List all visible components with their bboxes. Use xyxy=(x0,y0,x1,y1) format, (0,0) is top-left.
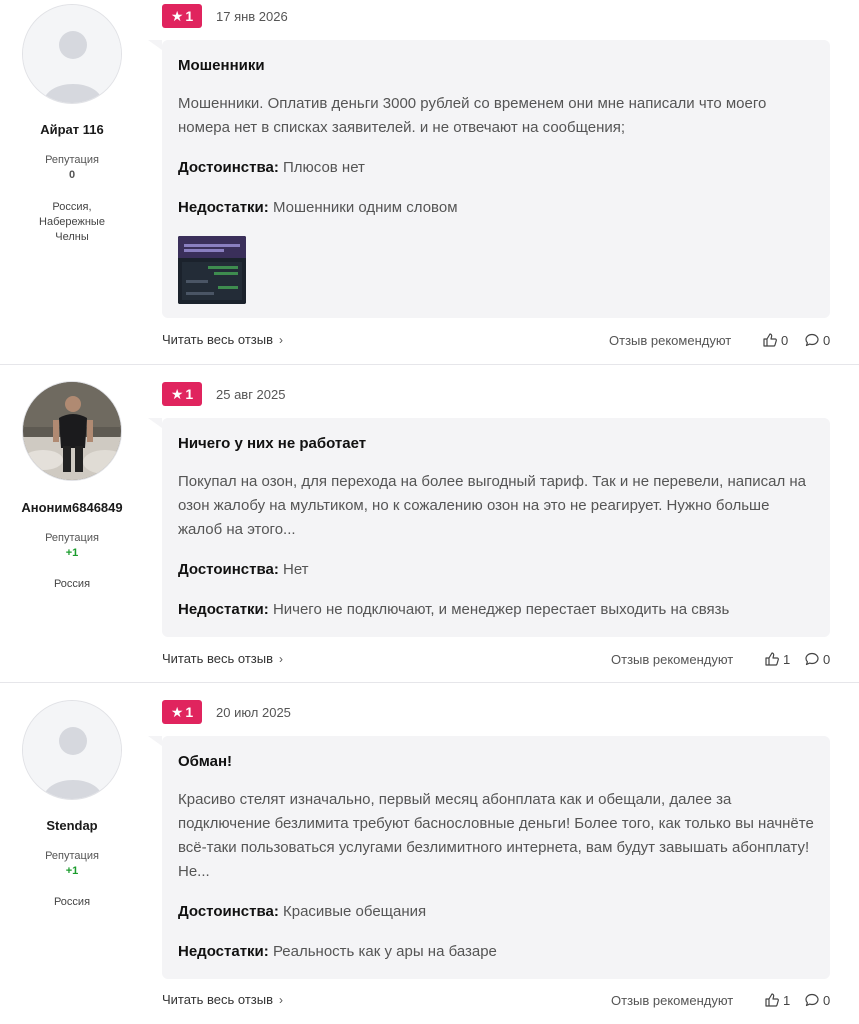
cons-label: Недостатки: xyxy=(178,199,269,216)
comments-button[interactable]: 0 xyxy=(804,651,830,667)
author-location: Россия, Набережные Челны xyxy=(39,201,105,243)
author-name[interactable]: Айрат 116 xyxy=(0,122,144,137)
rating-value: 1 xyxy=(185,704,194,720)
cons-label: Недостатки: xyxy=(178,601,269,618)
like-button[interactable]: 1 xyxy=(764,651,790,667)
comment-count: 0 xyxy=(823,332,831,348)
rating-badge: ★ 1 xyxy=(162,700,202,724)
thumbs-up-icon xyxy=(765,993,779,1007)
review-card: Ничего у них не работает Покупал на озон… xyxy=(148,418,830,637)
recommend-label: Отзыв рекомендуют xyxy=(609,333,732,348)
star-icon: ★ xyxy=(170,386,184,402)
cons-text: Реальность как у ары на базаре xyxy=(272,943,497,960)
read-more-label: Читать весь отзыв xyxy=(162,992,274,1007)
cons-label: Недостатки: xyxy=(178,943,269,960)
rating-badge: ★ 1 xyxy=(162,4,202,28)
review-date: 25 авг 2025 xyxy=(216,387,286,402)
chevron-right-icon: › xyxy=(279,332,284,347)
thumbs-up-icon xyxy=(765,652,779,666)
comments-button[interactable]: 0 xyxy=(804,992,830,1008)
rating-value: 1 xyxy=(185,386,194,402)
thumbs-up-icon xyxy=(763,333,777,347)
reputation-value: +1 xyxy=(65,865,79,877)
review-pros: Достоинства: Плюсов нет xyxy=(178,156,814,180)
review-date: 17 янв 2026 xyxy=(216,9,288,24)
avatar[interactable] xyxy=(22,381,122,481)
review-card: Обман! Красиво стелят изначально, первый… xyxy=(148,736,830,979)
recommend-label: Отзыв рекомендуют xyxy=(611,652,734,667)
author-name[interactable]: Аноним6846849 xyxy=(0,500,144,515)
reputation-value: +1 xyxy=(65,547,79,559)
author-location: Россия xyxy=(53,578,91,590)
rating-value: 1 xyxy=(185,8,194,24)
read-full-review-link[interactable]: Читать весь отзыв › xyxy=(162,992,283,1007)
like-count: 1 xyxy=(783,651,791,667)
review-photo-thumbnail[interactable] xyxy=(178,236,246,304)
recommend-label: Отзыв рекомендуют xyxy=(611,993,734,1008)
pros-text: Плюсов нет xyxy=(283,159,365,176)
review-item: Айрат 116 Репутация 0 Россия, Набережные… xyxy=(0,0,859,364)
reputation-label: Репутация xyxy=(45,532,99,544)
reputation-label: Репутация xyxy=(45,850,99,862)
default-avatar-icon xyxy=(23,701,121,799)
default-avatar-icon xyxy=(23,5,121,103)
review-pros: Достоинства: Красивые обещания xyxy=(178,900,814,924)
pros-text: Нет xyxy=(283,561,309,578)
reputation-value: 0 xyxy=(68,169,76,181)
review-cons: Недостатки: Реальность как у ары на база… xyxy=(178,940,814,964)
comment-icon xyxy=(805,652,819,666)
read-full-review-link[interactable]: Читать весь отзыв › xyxy=(162,651,283,666)
review-title[interactable]: Мошенники xyxy=(178,56,814,76)
avatar[interactable] xyxy=(22,700,122,800)
review-title[interactable]: Обман! xyxy=(178,752,814,772)
comments-button[interactable]: 0 xyxy=(804,332,830,348)
review-card: Мошенники Мошенники. Оплатив деньги 3000… xyxy=(148,40,830,318)
review-cons: Недостатки: Мошенники одним словом xyxy=(178,196,814,220)
pros-text: Красивые обещания xyxy=(283,903,427,920)
review-date: 20 июл 2025 xyxy=(216,705,291,720)
author-location: Россия xyxy=(53,896,91,908)
review-item: Stendap Репутация +1 Россия ★ 1 20 июл 2… xyxy=(0,682,859,1024)
read-full-review-link[interactable]: Читать весь отзыв › xyxy=(162,332,283,347)
star-icon: ★ xyxy=(170,704,184,720)
read-more-label: Читать весь отзыв xyxy=(162,332,274,347)
like-count: 1 xyxy=(783,992,791,1008)
like-button[interactable]: 1 xyxy=(764,992,790,1008)
review-cons: Недостатки: Ничего не подключают, и мене… xyxy=(178,598,814,622)
review-text: Мошенники. Оплатив деньги 3000 рублей со… xyxy=(178,95,767,136)
comment-icon xyxy=(805,333,819,347)
pros-label: Достоинства: xyxy=(178,561,279,578)
user-photo xyxy=(23,382,121,480)
comment-count: 0 xyxy=(823,992,831,1008)
review-item: Аноним6846849 Репутация +1 Россия ★ 1 25… xyxy=(0,364,859,682)
comment-icon xyxy=(805,993,819,1007)
author-name[interactable]: Stendap xyxy=(0,818,144,833)
chevron-right-icon: › xyxy=(279,651,284,666)
pros-label: Достоинства: xyxy=(178,159,279,176)
review-pros: Достоинства: Нет xyxy=(178,558,814,582)
cons-text: Ничего не подключают, и менеджер переста… xyxy=(272,601,730,618)
review-title[interactable]: Ничего у них не работает xyxy=(178,434,814,454)
pros-label: Достоинства: xyxy=(178,903,279,920)
cons-text: Мошенники одним словом xyxy=(272,199,458,216)
star-icon: ★ xyxy=(170,8,184,24)
like-count: 0 xyxy=(781,332,789,348)
comment-count: 0 xyxy=(823,651,831,667)
review-text: Покупал на озон, для перехода на более в… xyxy=(178,473,806,538)
read-more-label: Читать весь отзыв xyxy=(162,651,274,666)
review-text: Красиво стелят изначально, первый месяц … xyxy=(178,791,814,880)
like-button[interactable]: 0 xyxy=(762,332,788,348)
chevron-right-icon: › xyxy=(279,992,284,1007)
avatar[interactable] xyxy=(22,4,122,104)
reputation-label: Репутация xyxy=(45,154,99,166)
rating-badge: ★ 1 xyxy=(162,382,202,406)
